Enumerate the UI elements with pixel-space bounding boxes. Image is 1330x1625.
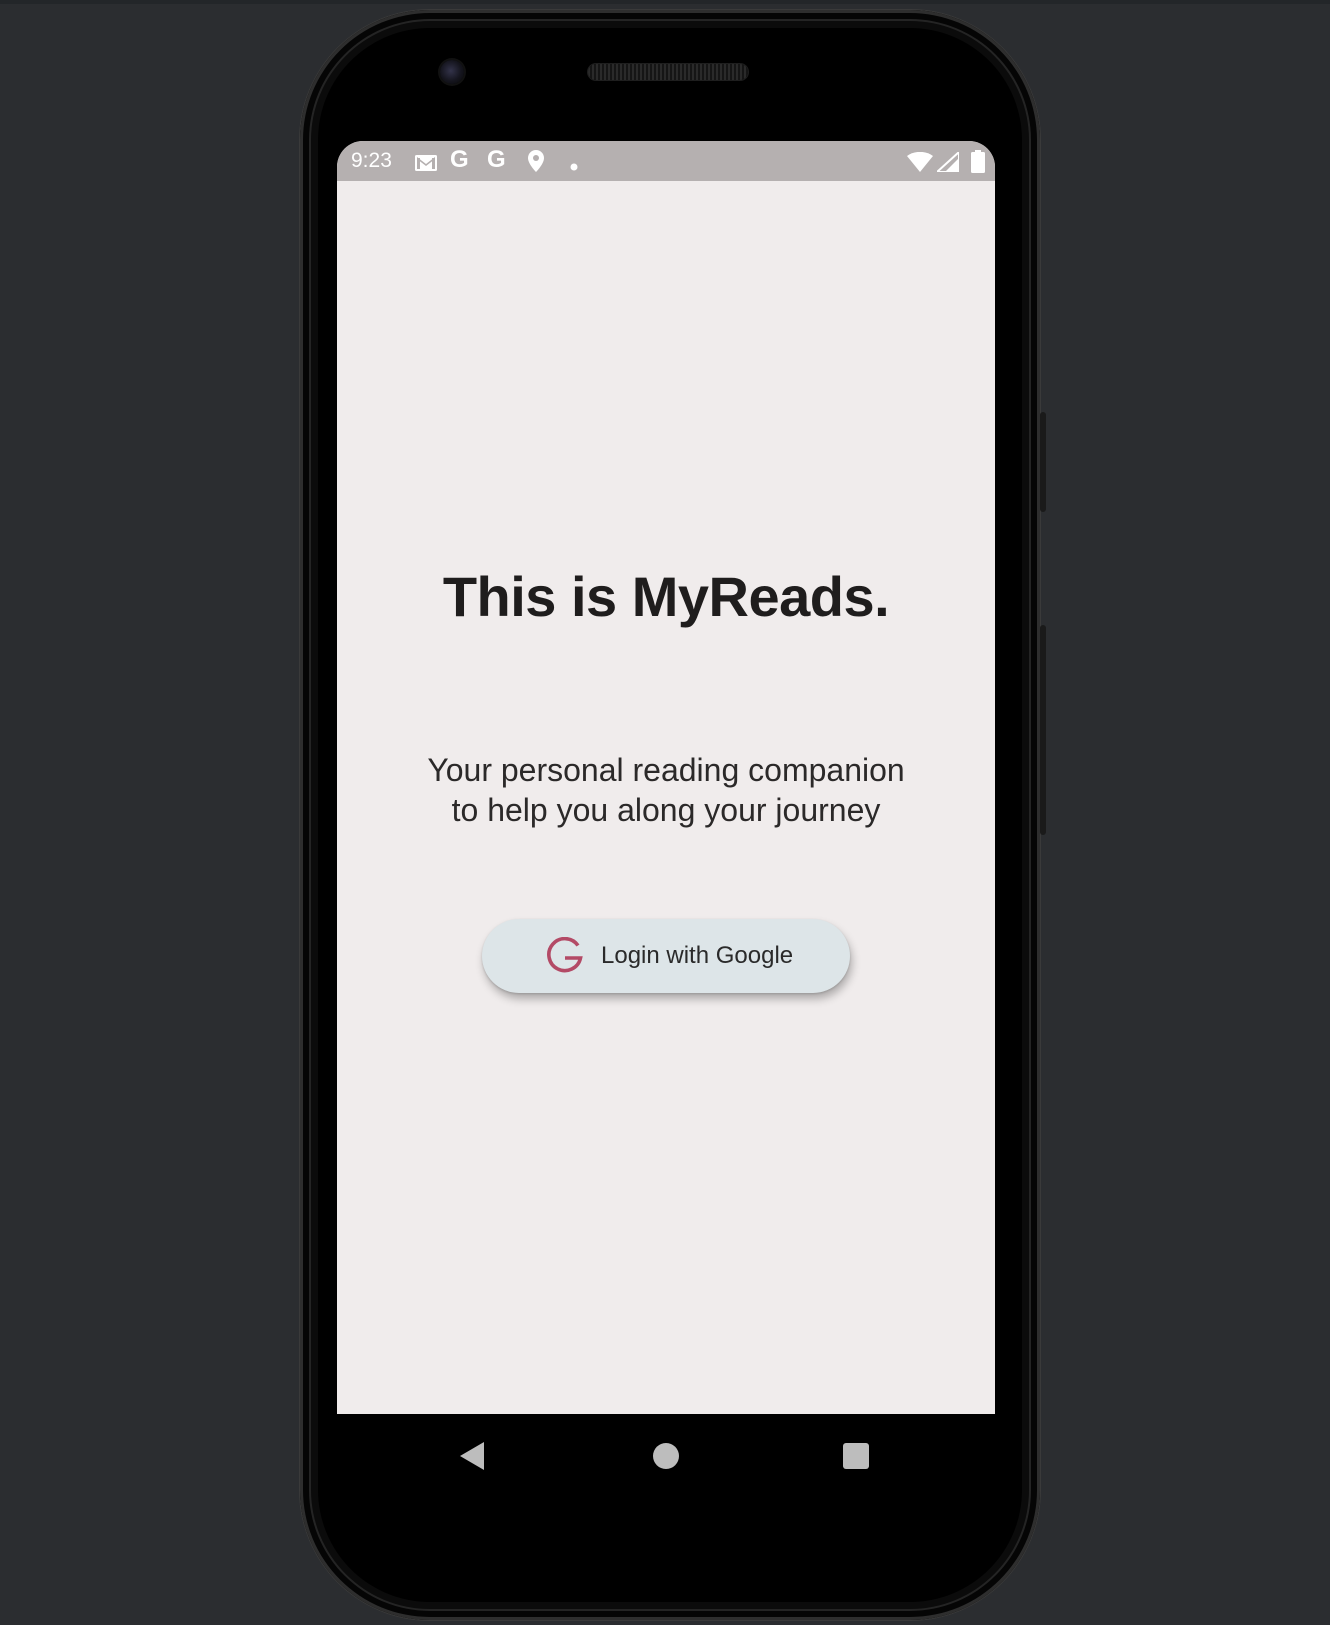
earpiece-speaker bbox=[588, 64, 748, 80]
status-time: 9:23 bbox=[351, 149, 392, 172]
top-border bbox=[0, 0, 1330, 4]
battery-icon bbox=[971, 150, 985, 178]
status-bar: 9:23 G G bbox=[337, 141, 995, 181]
signal-icon bbox=[934, 149, 960, 177]
google-g-icon bbox=[546, 936, 584, 975]
google-icon: G bbox=[487, 146, 506, 173]
back-icon[interactable] bbox=[460, 1442, 484, 1470]
recents-icon[interactable] bbox=[843, 1443, 869, 1469]
location-icon bbox=[528, 150, 544, 177]
google-icon: G bbox=[450, 146, 469, 173]
volume-button bbox=[1040, 625, 1046, 835]
tagline: Your personal reading companion to help … bbox=[337, 750, 995, 830]
power-button bbox=[1040, 412, 1046, 512]
home-icon[interactable] bbox=[653, 1443, 679, 1469]
app-screen: 9:23 G G This is MyReads. Your personal … bbox=[337, 141, 995, 1414]
login-button-label: Login with Google bbox=[601, 942, 794, 969]
wifi-icon bbox=[907, 151, 933, 177]
page-title: This is MyReads. bbox=[442, 565, 890, 628]
tagline-line-1: Your personal reading companion bbox=[427, 752, 905, 788]
dot-icon bbox=[570, 158, 578, 176]
gmail-icon bbox=[415, 155, 437, 176]
login-with-google-button[interactable]: Login with Google bbox=[482, 919, 850, 993]
tagline-line-2: to help you along your journey bbox=[451, 792, 881, 828]
front-camera bbox=[440, 60, 464, 84]
